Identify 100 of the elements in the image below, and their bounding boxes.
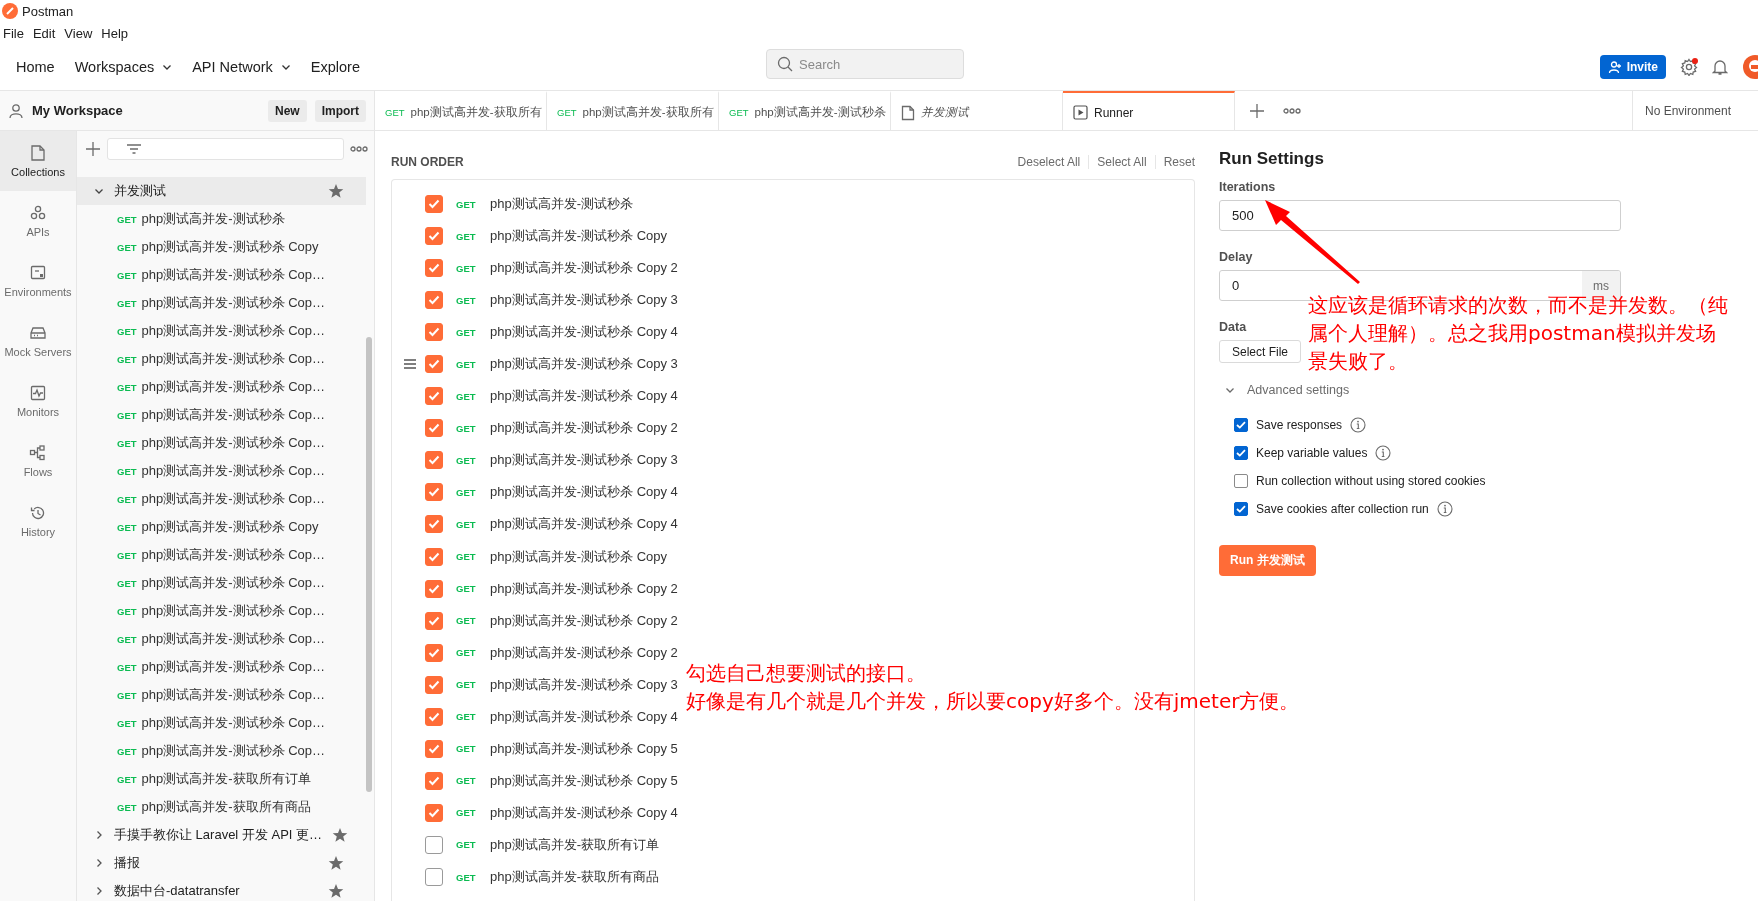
nav-link[interactable]: Workspaces — [64, 55, 183, 79]
collection-item[interactable]: 手摸手教你让 Laravel 开发 API 更… — [77, 821, 374, 849]
checkbox[interactable] — [1234, 474, 1248, 488]
sidebar-tab[interactable]: Monitors — [0, 371, 76, 431]
workspace-button[interactable]: New — [267, 99, 307, 122]
request-item[interactable]: GET php测试高并发-测试秒杀 Cop… — [77, 485, 374, 513]
checkbox[interactable] — [425, 835, 443, 854]
action-link[interactable]: Select All — [1088, 155, 1155, 169]
search-field[interactable]: Search — [766, 49, 964, 79]
collection-item[interactable]: 播报 — [77, 849, 374, 877]
more-icon[interactable] — [350, 146, 368, 152]
checkbox[interactable] — [425, 675, 443, 694]
advanced-toggle[interactable]: Advanced settings — [1225, 383, 1758, 397]
checkbox[interactable] — [425, 771, 443, 790]
request-item[interactable]: GET php测试高并发-测试秒杀 Cop… — [77, 457, 374, 485]
settings-icon[interactable] — [1680, 58, 1698, 76]
action-link[interactable]: Deselect All — [1009, 155, 1089, 169]
collection-item[interactable]: 并发测试 — [77, 177, 366, 205]
tab[interactable]: GET php测试高并发-获取所有 — [375, 91, 547, 130]
workspace-button[interactable]: Import — [314, 99, 366, 122]
sidebar-tab[interactable]: Environments — [0, 251, 76, 311]
more-icon[interactable] — [1283, 107, 1301, 114]
search-input[interactable]: Search — [799, 50, 959, 78]
request-item[interactable]: GET php测试高并发-测试秒杀 Cop… — [77, 401, 374, 429]
request-item[interactable]: GET php测试高并发-测试秒杀 Cop… — [77, 373, 374, 401]
add-icon[interactable] — [85, 141, 101, 157]
request-item[interactable]: GET php测试高并发-测试秒杀 Cop… — [77, 737, 374, 765]
info-icon[interactable] — [1436, 501, 1453, 517]
star-icon[interactable] — [332, 827, 349, 843]
menu-item[interactable]: File — [0, 25, 30, 41]
tab[interactable]: GET php测试高并发-测试秒杀 — [719, 91, 891, 130]
checkbox[interactable] — [425, 868, 443, 886]
checkbox[interactable] — [425, 579, 443, 598]
star-icon[interactable] — [328, 183, 344, 199]
sidebar-tab[interactable]: Mock Servers — [0, 311, 76, 371]
select-file-button[interactable]: Select File — [1219, 340, 1302, 363]
chevron-right-icon — [94, 858, 104, 868]
checkbox[interactable] — [425, 419, 443, 438]
checkbox[interactable] — [425, 483, 443, 502]
info-icon[interactable] — [1375, 445, 1392, 461]
input-field[interactable]: 500 — [1220, 201, 1620, 230]
checkbox[interactable] — [425, 515, 443, 534]
checkbox[interactable] — [425, 291, 443, 310]
sidebar-tab[interactable]: Collections — [0, 131, 76, 191]
checkbox[interactable] — [425, 259, 443, 278]
menu-item[interactable]: Help — [98, 25, 135, 41]
checkbox[interactable] — [425, 355, 443, 374]
request-item[interactable]: GET php测试高并发-测试秒杀 Cop… — [77, 625, 374, 653]
menu-item[interactable]: Edit — [29, 25, 62, 41]
checkbox[interactable] — [425, 707, 443, 726]
invite-button[interactable]: Invite — [1599, 55, 1666, 79]
sidebar-tab[interactable]: History — [0, 491, 76, 551]
star-icon[interactable] — [328, 855, 344, 871]
checkbox[interactable] — [425, 195, 443, 213]
action-link[interactable]: Reset — [1154, 155, 1195, 169]
request-item[interactable]: GET php测试高并发-测试秒杀 Cop… — [77, 569, 374, 597]
tab[interactable]: Runner — [1063, 91, 1235, 130]
info-icon[interactable] — [1350, 417, 1367, 433]
request-item[interactable]: GET php测试高并发-测试秒杀 Cop… — [77, 597, 374, 625]
add-icon[interactable] — [1249, 102, 1265, 119]
checkbox[interactable] — [425, 451, 443, 470]
request-item[interactable]: GET php测试高并发-测试秒杀 Cop… — [77, 345, 374, 373]
request-item[interactable]: GET php测试高并发-测试秒杀 — [77, 205, 374, 233]
menu-item[interactable]: View — [61, 25, 99, 41]
checkbox[interactable] — [425, 547, 443, 566]
checkbox[interactable] — [425, 227, 443, 246]
sidebar-tab[interactable]: APIs — [0, 191, 76, 251]
checkbox[interactable] — [425, 643, 443, 662]
request-item[interactable]: GET php测试高并发-获取所有商品 — [77, 793, 374, 821]
checkbox[interactable] — [425, 387, 443, 406]
request-item[interactable]: GET php测试高并发-测试秒杀 Cop… — [77, 261, 374, 289]
request-item[interactable]: GET php测试高并发-测试秒杀 Cop… — [77, 289, 374, 317]
sidebar-tab[interactable]: Flows — [0, 431, 76, 491]
filter-field[interactable] — [107, 138, 344, 160]
checkbox[interactable] — [425, 803, 443, 822]
checkbox[interactable] — [425, 739, 443, 758]
checkbox[interactable] — [1234, 418, 1248, 432]
request-item[interactable]: GET php测试高并发-测试秒杀 Cop… — [77, 653, 374, 681]
request-item[interactable]: GET php测试高并发-测试秒杀 Copy — [77, 233, 374, 261]
request-item[interactable]: GET php测试高并发-获取所有订单 — [77, 765, 374, 793]
checkbox[interactable] — [425, 611, 443, 630]
request-item[interactable]: GET php测试高并发-测试秒杀 Cop… — [77, 681, 374, 709]
request-item[interactable]: GET php测试高并发-测试秒杀 Copy — [77, 513, 374, 541]
star-icon[interactable] — [328, 883, 344, 899]
tab[interactable]: 并发测试 — [891, 91, 1063, 130]
request-item[interactable]: GET php测试高并发-测试秒杀 Cop… — [77, 317, 374, 345]
nav-link[interactable]: Explore — [300, 55, 370, 79]
checkbox[interactable] — [425, 323, 443, 342]
nav-link[interactable]: API Network — [182, 55, 301, 79]
tab[interactable]: GET php测试高并发-获取所有 — [547, 91, 719, 130]
request-item[interactable]: GET php测试高并发-测试秒杀 Cop… — [77, 709, 374, 737]
request-item[interactable]: GET php测试高并发-测试秒杀 Cop… — [77, 541, 374, 569]
bell-icon[interactable] — [1712, 58, 1728, 76]
checkbox[interactable] — [1234, 446, 1248, 460]
drag-handle-icon[interactable] — [403, 359, 417, 370]
environment-selector[interactable]: No Environment — [1632, 91, 1758, 130]
collection-item[interactable]: 数据中台-datatransfer — [77, 877, 374, 901]
nav-link[interactable]: Home — [6, 55, 65, 79]
checkbox[interactable] — [1234, 502, 1248, 516]
request-item[interactable]: GET php测试高并发-测试秒杀 Cop… — [77, 429, 374, 457]
